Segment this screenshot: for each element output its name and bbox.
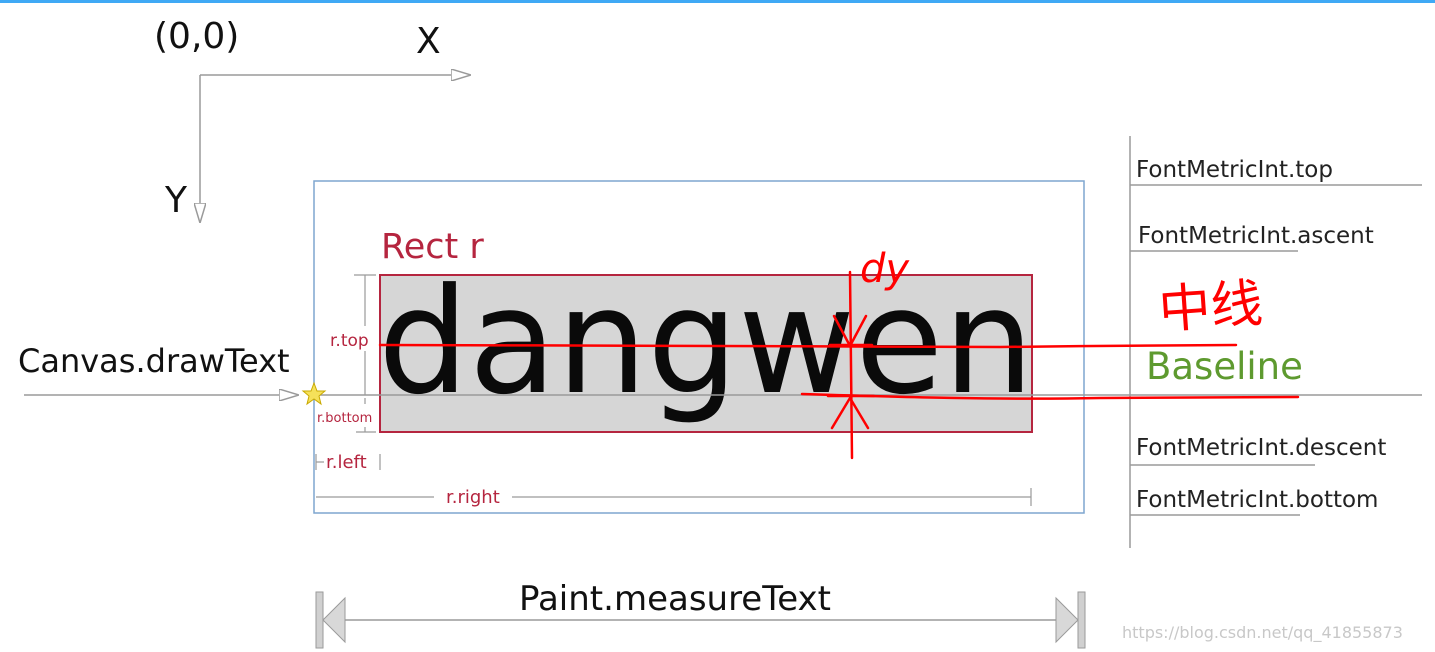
r-right-label: r.right — [446, 487, 500, 508]
font-metrics-diagram: (0,0) X Y FontMetricInt.top FontMetricIn… — [0, 0, 1435, 649]
y-axis-label: Y — [164, 180, 188, 221]
r-top-label: r.top — [330, 331, 369, 351]
coordinate-axes: (0,0) X Y — [154, 16, 470, 222]
dy-annotation: dy — [860, 246, 910, 292]
metric-bottom-label: FontMetricInt.bottom — [1136, 487, 1378, 513]
center-line-annotation: 中线 — [1157, 274, 1265, 341]
metric-top-label: FontMetricInt.top — [1136, 157, 1333, 183]
metric-ascent-label: FontMetricInt.ascent — [1138, 223, 1374, 249]
watermark: https://blog.csdn.net/qq_41855873 — [1122, 623, 1403, 643]
sample-text: dangwen — [378, 257, 1034, 427]
measure-text-label: Paint.measureText — [519, 579, 831, 619]
x-axis-label: X — [416, 21, 441, 62]
draw-text-label: Canvas.drawText — [18, 342, 290, 380]
r-right-dimension — [316, 488, 1032, 506]
r-left-label: r.left — [326, 452, 367, 473]
baseline-label: Baseline — [1146, 345, 1303, 388]
origin-label: (0,0) — [154, 16, 239, 57]
r-bottom-label: r.bottom — [317, 411, 372, 426]
metric-descent-label: FontMetricInt.descent — [1136, 435, 1386, 461]
